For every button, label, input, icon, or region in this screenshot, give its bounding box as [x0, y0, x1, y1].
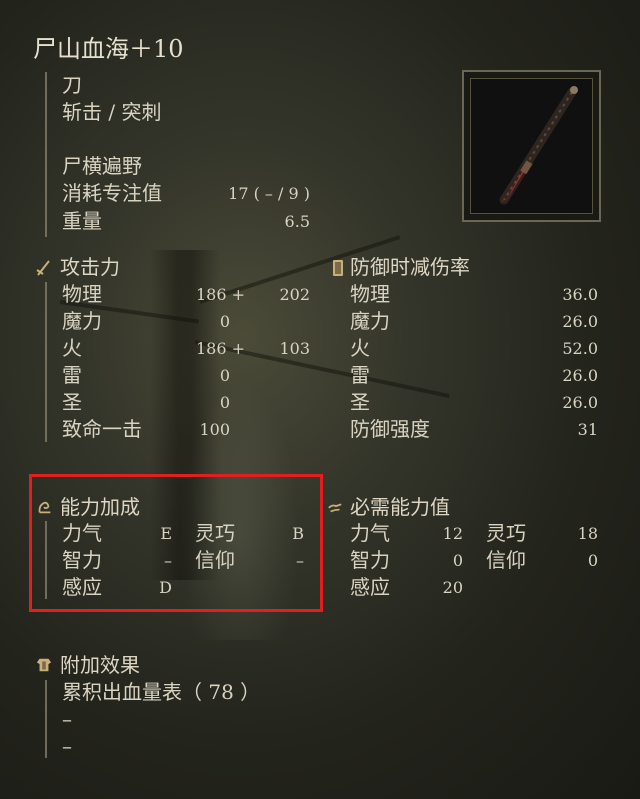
defense-row-label: 物理: [350, 282, 390, 306]
scaling-divider: [45, 521, 47, 599]
scaling-str-label: 力气: [62, 521, 102, 545]
attack-row-base: 186 +: [195, 339, 245, 358]
hand-icon: [328, 503, 342, 513]
scaling-str-grade: E: [160, 524, 172, 543]
effects-header: 附加效果: [60, 653, 140, 677]
attack-row-base: 0: [219, 393, 230, 412]
scaling-dex-grade: B: [292, 524, 304, 543]
sword-icon: [36, 260, 50, 276]
defense-row-value: 26.0: [562, 312, 598, 331]
defense-row-label: 雷: [350, 363, 370, 387]
armor-icon: [36, 658, 52, 672]
scaling-dex-label: 灵巧: [195, 521, 235, 545]
weapon-type: 刀: [62, 73, 82, 97]
defense-row-value: 26.0: [562, 393, 598, 412]
effect-item: –: [62, 707, 72, 731]
attack-row-label: 圣: [62, 390, 82, 414]
flexed-arm-icon: [38, 501, 51, 514]
attack-row-label: 雷: [62, 363, 82, 387]
attack-row-label: 致命一击: [62, 417, 142, 441]
attack-row-bonus: 103: [279, 339, 310, 358]
defense-row-label: 火: [350, 336, 370, 360]
defense-row-label: 防御强度: [350, 417, 430, 441]
req-str-value: 12: [442, 524, 463, 543]
req-dex-label: 灵巧: [486, 521, 526, 545]
weapon-image-frame: [462, 70, 601, 222]
scaling-header: 能力加成: [60, 495, 140, 519]
req-fai-label: 信仰: [486, 548, 526, 572]
attack-row-label: 物理: [62, 282, 102, 306]
fp-cost-label: 消耗专注值: [62, 181, 162, 205]
scaling-int-label: 智力: [62, 548, 102, 572]
attack-type: 斩击 / 突刺: [62, 100, 162, 124]
scaling-int-grade: –: [164, 551, 172, 570]
defense-row-value: 36.0: [562, 285, 598, 304]
requirements-header: 必需能力值: [350, 495, 450, 519]
scaling-fai-grade: –: [296, 551, 304, 570]
weight-label: 重量: [62, 209, 102, 233]
req-int-label: 智力: [350, 548, 390, 572]
attack-divider: [45, 282, 47, 442]
req-str-label: 力气: [350, 521, 390, 545]
effect-item: –: [62, 734, 72, 758]
req-dex-value: 18: [577, 524, 598, 543]
attack-row-label: 魔力: [62, 309, 102, 333]
attack-row-base: 0: [219, 312, 230, 331]
info-divider: [45, 72, 47, 237]
req-arc-value: 20: [442, 578, 463, 597]
attack-row-base: 100: [199, 420, 230, 439]
defense-row-value: 31: [577, 420, 598, 439]
attack-row-base: 0: [219, 366, 230, 385]
katana-icon: [499, 86, 578, 205]
req-arc-label: 感应: [350, 575, 390, 599]
weapon-name: 尸山血海＋10: [33, 35, 184, 63]
defense-row-value: 26.0: [562, 366, 598, 385]
attack-row-bonus: 202: [279, 285, 310, 304]
req-int-value: 0: [452, 551, 463, 570]
weight-value: 6.5: [284, 212, 310, 231]
defense-row-label: 魔力: [350, 309, 390, 333]
fp-cost-value: 17 ( – / 9 ): [228, 184, 310, 203]
defense-header: 防御时减伤率: [350, 255, 470, 279]
attack-row-label: 火: [62, 336, 82, 360]
scaling-arc-grade: D: [159, 578, 172, 597]
attack-header: 攻击力: [60, 255, 120, 279]
req-fai-value: 0: [587, 551, 598, 570]
weapon-skill: 尸横遍野: [62, 154, 142, 178]
effect-item: 累积出血量表（ 78 ）: [62, 680, 261, 704]
defense-row-label: 圣: [350, 390, 370, 414]
attack-row-base: 186 +: [195, 285, 245, 304]
scaling-fai-label: 信仰: [195, 548, 235, 572]
defense-row-value: 52.0: [562, 339, 598, 358]
shield-icon: [333, 260, 343, 276]
effects-divider: [45, 680, 47, 758]
scaling-arc-label: 感应: [62, 575, 102, 599]
